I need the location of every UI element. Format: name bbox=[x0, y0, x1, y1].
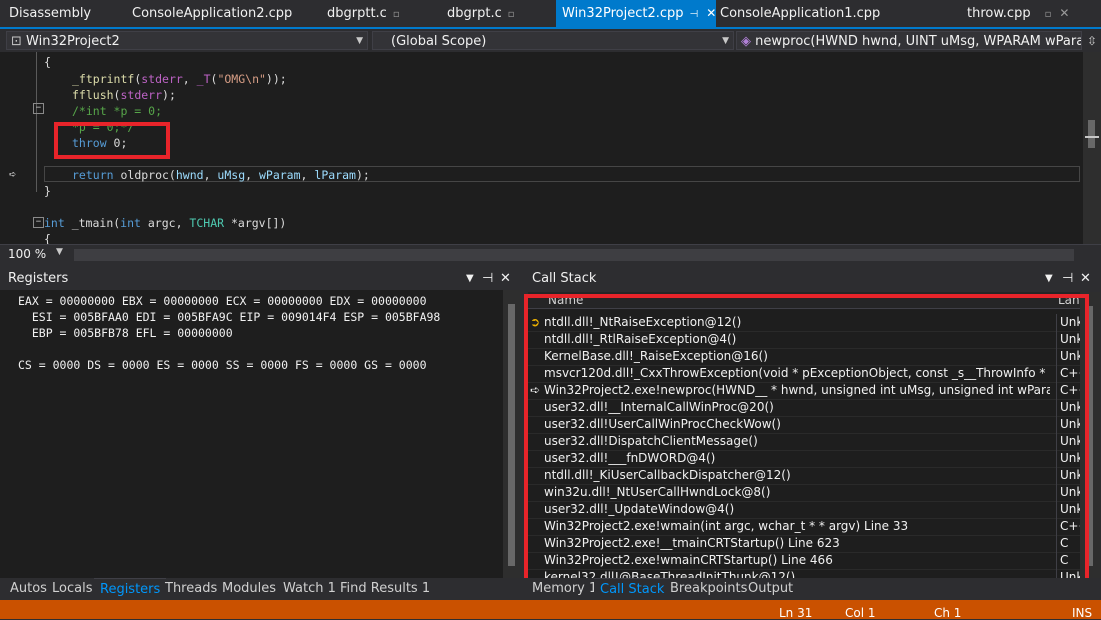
tab-threads[interactable]: Threads bbox=[159, 578, 223, 599]
project-name: Win32Project2 bbox=[26, 34, 120, 49]
scrollbar-marker bbox=[1085, 136, 1099, 138]
scope-dropdown[interactable]: (Global Scope) ▼ bbox=[372, 31, 734, 50]
left-tool-tabs: Autos Locals Registers Threads Modules W… bbox=[0, 578, 522, 600]
navigation-bar: ⊡ Win32Project2 ▼ (Global Scope) ▼ ◈ new… bbox=[0, 29, 1101, 53]
register-line: EAX = 00000000 EBX = 00000000 ECX = 0000… bbox=[18, 294, 427, 308]
tab-label: ConsoleApplication2.cpp bbox=[132, 6, 293, 21]
tab-label: ConsoleApplication1.cpp bbox=[720, 6, 881, 21]
register-line: EBP = 005BFB78 EFL = 00000000 bbox=[18, 326, 233, 340]
editor-status-strip: 100 % ▼ bbox=[0, 244, 1101, 265]
registers-content[interactable]: EAX = 00000000 EBX = 00000000 ECX = 0000… bbox=[0, 290, 503, 580]
code-line: } bbox=[44, 184, 51, 198]
next-statement-arrow-icon: ➪ bbox=[9, 167, 17, 181]
editor-scrollbar[interactable] bbox=[1083, 52, 1101, 244]
status-mode: INS bbox=[1072, 606, 1093, 620]
close-icon[interactable]: ✕ bbox=[1080, 268, 1091, 290]
tab-consoleapplication2[interactable]: ConsoleApplication2.cpp bbox=[126, 0, 298, 27]
code-line: return oldproc(hwnd, uMsg, wParam, lPara… bbox=[72, 168, 370, 182]
tab-disassembly[interactable]: Disassembly bbox=[3, 0, 97, 27]
scope-name: (Global Scope) bbox=[391, 34, 487, 49]
lock-icon: ▫ bbox=[507, 9, 515, 20]
chevron-down-icon[interactable]: ▼ bbox=[56, 247, 63, 257]
outline-line bbox=[36, 52, 37, 192]
horizontal-scrollbar[interactable] bbox=[74, 249, 1074, 261]
tab-label: Win32Project2.cpp bbox=[562, 6, 684, 21]
tab-label: dbgrpt.c bbox=[447, 6, 502, 21]
tab-label: Disassembly bbox=[9, 6, 92, 21]
register-line: ESI = 005BFAA0 EDI = 005BFA9C EIP = 0090… bbox=[18, 310, 441, 324]
tab-breakpoints[interactable]: Breakpoints bbox=[664, 578, 753, 599]
tab-dbgrptt[interactable]: dbgrptt.c ▫ bbox=[321, 0, 406, 27]
close-icon[interactable]: ✕ bbox=[1059, 6, 1069, 20]
tab-label: dbgrptt.c bbox=[327, 6, 387, 21]
highlight-box-callstack bbox=[524, 294, 1089, 586]
chevron-down-icon: ▼ bbox=[356, 36, 363, 46]
collapse-icon[interactable]: − bbox=[33, 217, 44, 228]
project-icon: ⊡ bbox=[11, 34, 27, 49]
member-name: newproc(HWND hwnd, UINT uMsg, WPARAM wPa… bbox=[755, 34, 1082, 49]
method-icon: ◈ bbox=[741, 34, 756, 49]
callstack-title-bar: Call Stack ▼ ⊣ ✕ bbox=[524, 268, 1101, 290]
code-line: { bbox=[44, 232, 51, 244]
tab-registers[interactable]: Registers bbox=[94, 578, 167, 600]
tab-find-results[interactable]: Find Results 1 bbox=[334, 578, 436, 599]
project-dropdown[interactable]: ⊡ Win32Project2 ▼ bbox=[6, 31, 368, 50]
scrollbar-thumb[interactable] bbox=[1088, 120, 1095, 148]
tab-output[interactable]: Output bbox=[742, 578, 799, 599]
registers-title-bar: Registers ▼ ⊣ ✕ bbox=[0, 268, 522, 290]
code-line: { bbox=[44, 55, 51, 69]
tab-call-stack[interactable]: Call Stack bbox=[594, 578, 671, 600]
tab-win32project2[interactable]: Win32Project2.cpp ⊣ ✕ bbox=[556, 0, 716, 27]
code-line: /*int *p = 0; bbox=[72, 104, 163, 118]
close-icon[interactable]: ✕ bbox=[500, 268, 511, 290]
split-editor-icon[interactable]: ⇳ bbox=[1084, 34, 1100, 48]
chevron-down-icon[interactable]: ▼ bbox=[466, 268, 474, 290]
zoom-level[interactable]: 100 % bbox=[8, 247, 46, 261]
document-tab-bar: Disassembly ConsoleApplication2.cpp dbgr… bbox=[0, 0, 1101, 29]
code-line: fflush(stderr); bbox=[72, 88, 176, 102]
collapse-icon[interactable]: − bbox=[33, 103, 44, 114]
scrollbar-thumb[interactable] bbox=[508, 304, 515, 566]
tab-locals[interactable]: Locals bbox=[46, 578, 98, 599]
highlight-box-throw bbox=[54, 122, 170, 159]
tab-dbgrpt[interactable]: dbgrpt.c ▫ bbox=[441, 0, 521, 27]
panel-title: Call Stack bbox=[532, 271, 597, 286]
tab-watch1[interactable]: Watch 1 bbox=[277, 578, 342, 599]
chevron-down-icon: ▼ bbox=[722, 36, 729, 46]
chevron-down-icon[interactable]: ▼ bbox=[1045, 268, 1053, 290]
lock-icon: ▫ bbox=[1044, 9, 1052, 20]
pin-icon[interactable]: ⊣ bbox=[1062, 268, 1073, 290]
code-editor[interactable]: { _ftprintf(stderr, _T("OMG\n")); fflush… bbox=[0, 52, 1083, 244]
status-line: Ln 31 bbox=[779, 606, 813, 620]
tab-memory1[interactable]: Memory 1 bbox=[526, 578, 603, 599]
tab-label: throw.cpp bbox=[967, 6, 1031, 21]
tab-modules[interactable]: Modules bbox=[216, 578, 282, 599]
member-dropdown[interactable]: ◈ newproc(HWND hwnd, UINT uMsg, WPARAM w… bbox=[736, 31, 1082, 50]
panel-title: Registers bbox=[8, 271, 69, 286]
right-tool-tabs: Memory 1 Call Stack Breakpoints Output bbox=[524, 578, 1101, 600]
register-line: CS = 0000 DS = 0000 ES = 0000 SS = 0000 … bbox=[18, 358, 427, 372]
lock-icon: ▫ bbox=[392, 9, 400, 20]
registers-scrollbar[interactable] bbox=[503, 290, 520, 580]
editor-gutter bbox=[0, 52, 30, 244]
status-bar: Ln 31 Col 1 Ch 1 INS bbox=[0, 600, 1101, 620]
pin-icon[interactable]: ⊣ bbox=[482, 268, 493, 290]
tab-consoleapplication1[interactable]: ConsoleApplication1.cpp bbox=[714, 0, 886, 27]
status-char: Ch 1 bbox=[934, 606, 962, 620]
code-line: int _tmain(int argc, TCHAR *argv[]) bbox=[44, 216, 287, 230]
status-col: Col 1 bbox=[845, 606, 876, 620]
tab-throw[interactable]: throw.cpp ▫ ✕ bbox=[961, 0, 1101, 27]
code-line: _ftprintf(stderr, _T("OMG\n")); bbox=[72, 72, 287, 86]
pin-icon[interactable]: ⊣ bbox=[690, 9, 699, 20]
